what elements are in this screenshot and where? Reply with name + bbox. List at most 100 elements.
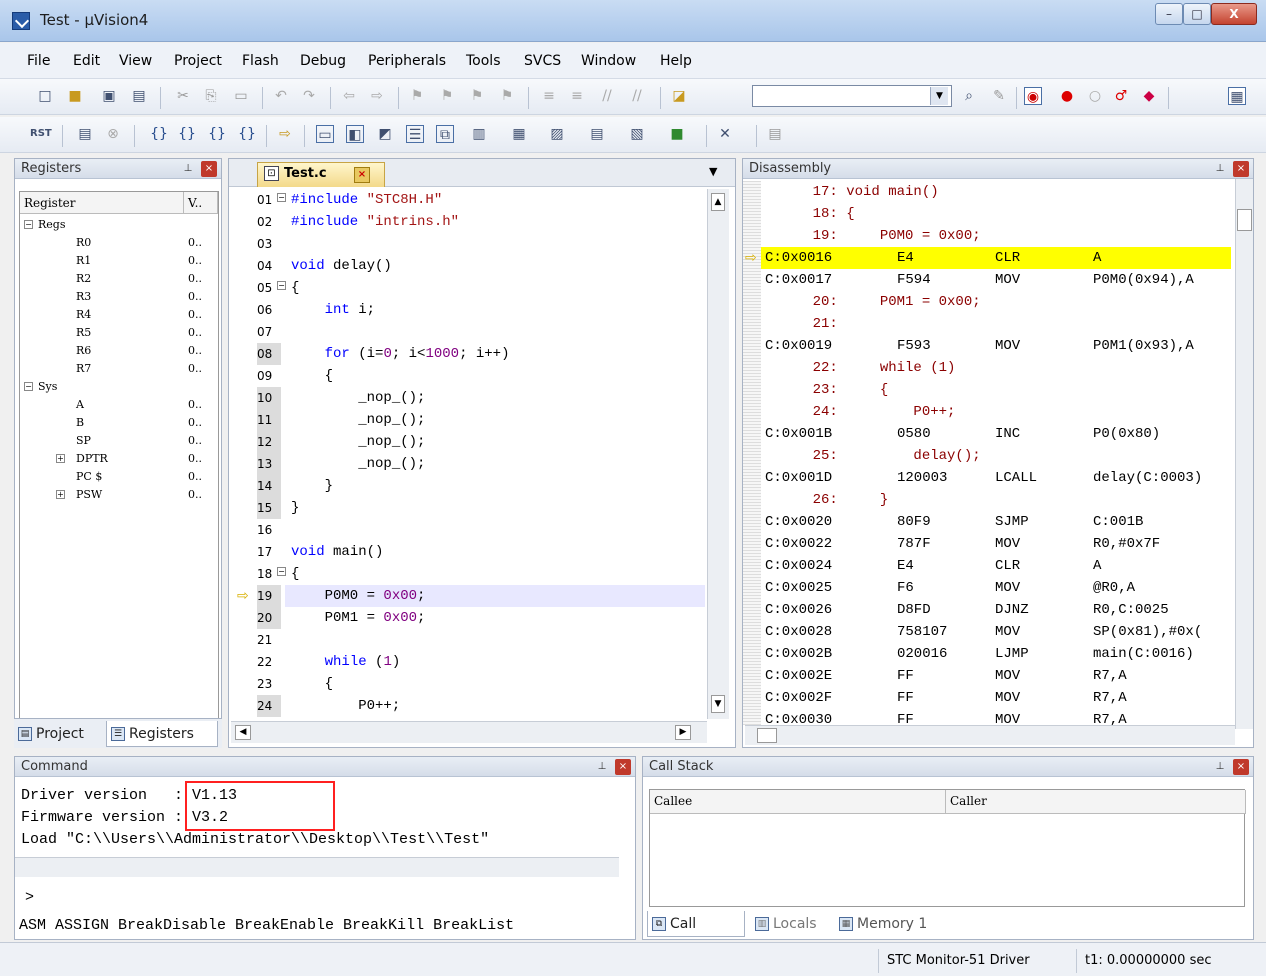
- tab-call-stack[interactable]: ⧉ Call Stack: [647, 911, 745, 958]
- tab-registers[interactable]: ☰ Registers: [106, 721, 218, 747]
- register-row[interactable]: R4 0..: [20, 306, 218, 324]
- copy-icon[interactable]: ⎘: [202, 87, 220, 105]
- find-in-files-icon[interactable]: ◪: [670, 87, 688, 105]
- menu-view[interactable]: View: [119, 53, 152, 69]
- find-icon[interactable]: ⌕: [960, 87, 978, 105]
- show-next-statement-icon[interactable]: ⇨: [276, 125, 294, 143]
- call-stack-window-icon[interactable]: ⧉: [436, 125, 454, 143]
- collapse-icon[interactable]: −: [24, 382, 33, 391]
- menu-help[interactable]: Help: [660, 53, 692, 69]
- register-row[interactable]: PC $ 0..: [20, 468, 218, 486]
- expand-icon[interactable]: +: [56, 454, 65, 463]
- close-tab-icon[interactable]: ×: [354, 167, 370, 183]
- scroll-thumb[interactable]: [757, 728, 777, 743]
- command-horizontal-scrollbar[interactable]: [15, 857, 619, 877]
- register-row[interactable]: + PSW 0..: [20, 486, 218, 504]
- cut-icon[interactable]: ✂: [174, 87, 192, 105]
- comment-icon[interactable]: //: [598, 87, 616, 105]
- disassembly-vertical-scrollbar[interactable]: [1235, 179, 1253, 729]
- pin-icon[interactable]: ⊥: [1213, 760, 1227, 774]
- scroll-right-icon[interactable]: ▶: [675, 725, 691, 740]
- analysis-window-icon[interactable]: ▤: [588, 125, 606, 143]
- disassembly-horizontal-scrollbar[interactable]: [745, 725, 1235, 745]
- register-row[interactable]: A 0..: [20, 396, 218, 414]
- symbols-window-icon[interactable]: ◩: [376, 125, 394, 143]
- stop-icon[interactable]: ⊗: [104, 125, 122, 143]
- trace-window-icon[interactable]: ▧: [628, 125, 646, 143]
- close-icon[interactable]: ×: [1233, 161, 1249, 177]
- tab-project[interactable]: ▤ Project: [14, 721, 106, 747]
- register-row[interactable]: R1 0..: [20, 252, 218, 270]
- memory-window-icon[interactable]: ▦: [510, 125, 528, 143]
- column-header-callee[interactable]: Callee: [650, 790, 946, 814]
- register-row[interactable]: R5 0..: [20, 324, 218, 342]
- nav-back-icon[interactable]: ⇦: [340, 87, 358, 105]
- command-window-icon[interactable]: ▭: [316, 125, 334, 143]
- breakpoint-kill-icon[interactable]: ♂: [1112, 87, 1130, 105]
- fold-icon[interactable]: −: [277, 567, 286, 576]
- reset-icon[interactable]: RST: [30, 125, 52, 143]
- disassembly-window-icon[interactable]: ◧: [346, 125, 364, 143]
- menu-debug[interactable]: Debug: [300, 53, 346, 69]
- close-button[interactable]: X: [1211, 3, 1257, 25]
- serial-window-icon[interactable]: ▨: [548, 125, 566, 143]
- open-file-icon[interactable]: ■: [66, 87, 84, 105]
- bookmark-next-icon[interactable]: ⚑: [468, 87, 486, 105]
- menu-svcs[interactable]: SVCS: [524, 53, 561, 69]
- disassembly-listing[interactable]: 17: void main() 18: { 19: P0M0 = 0x00; ⇨ C…: [743, 181, 1233, 725]
- editor-horizontal-scrollbar[interactable]: ◀ ▶: [231, 721, 707, 743]
- register-row[interactable]: R7 0..: [20, 360, 218, 378]
- scroll-down-icon[interactable]: ▼: [711, 695, 725, 713]
- pin-icon[interactable]: ⊥: [595, 760, 609, 774]
- toolbox-icon[interactable]: ✕: [716, 125, 734, 143]
- bookmark-icon[interactable]: ⚑: [408, 87, 426, 105]
- redo-icon[interactable]: ↷: [300, 87, 318, 105]
- column-header-register[interactable]: Register: [20, 192, 184, 214]
- bookmark-clear-icon[interactable]: ⚑: [498, 87, 516, 105]
- debug-restore-icon[interactable]: ▤: [766, 125, 784, 143]
- uncomment-icon[interactable]: //: [628, 87, 646, 105]
- register-row[interactable]: R0 0..: [20, 234, 218, 252]
- menu-flash[interactable]: Flash: [242, 53, 279, 69]
- register-row[interactable]: − Sys: [20, 378, 218, 396]
- scroll-thumb[interactable]: [1237, 209, 1252, 231]
- chevron-down-icon[interactable]: ▼: [709, 165, 717, 178]
- pin-icon[interactable]: ⊥: [181, 162, 195, 176]
- breakpoint-disable-icon[interactable]: ○: [1086, 87, 1104, 105]
- system-viewer-icon[interactable]: ■: [668, 125, 686, 143]
- breakpoint-icon[interactable]: ●: [1058, 87, 1076, 105]
- register-row[interactable]: − Regs: [20, 216, 218, 234]
- expand-icon[interactable]: +: [56, 490, 65, 499]
- menu-window[interactable]: Window: [581, 53, 636, 69]
- tab-test-c[interactable]: ⊡ Test.c ×: [257, 162, 385, 187]
- menu-peripherals[interactable]: Peripherals: [368, 53, 446, 69]
- unindent-icon[interactable]: ≡: [568, 87, 586, 105]
- step-out-icon[interactable]: {}: [208, 125, 226, 143]
- tab-memory-1[interactable]: ▦ Memory 1: [835, 911, 935, 937]
- menu-edit[interactable]: Edit: [73, 53, 100, 69]
- run-icon[interactable]: ▤: [76, 125, 94, 143]
- config-icon[interactable]: ◆: [1140, 87, 1158, 105]
- maximize-button[interactable]: □: [1183, 3, 1211, 25]
- nav-forward-icon[interactable]: ⇨: [368, 87, 386, 105]
- step-into-icon[interactable]: {}: [150, 125, 168, 143]
- collapse-icon[interactable]: −: [24, 220, 33, 229]
- run-to-cursor-icon[interactable]: {}: [238, 125, 256, 143]
- paste-icon[interactable]: ▭: [232, 87, 250, 105]
- code-area[interactable]: #include "STC8H.H" #include "intrins.h" vo…: [229, 189, 707, 721]
- indent-icon[interactable]: ≡: [540, 87, 558, 105]
- menu-file[interactable]: File: [27, 53, 50, 69]
- register-row[interactable]: SP 0..: [20, 432, 218, 450]
- column-header-caller[interactable]: Caller: [946, 790, 1246, 814]
- menu-project[interactable]: Project: [174, 53, 222, 69]
- register-row[interactable]: B 0..: [20, 414, 218, 432]
- close-icon[interactable]: ×: [1233, 759, 1249, 775]
- window-layout-icon[interactable]: ▦: [1228, 87, 1246, 105]
- debug-session-icon[interactable]: ◉: [1024, 87, 1042, 105]
- save-icon[interactable]: ▣: [100, 87, 118, 105]
- undo-icon[interactable]: ↶: [272, 87, 290, 105]
- new-file-icon[interactable]: □: [36, 87, 54, 105]
- register-row[interactable]: + DPTR 0..: [20, 450, 218, 468]
- column-header-value[interactable]: V..: [184, 192, 218, 214]
- save-all-icon[interactable]: ▤: [130, 87, 148, 105]
